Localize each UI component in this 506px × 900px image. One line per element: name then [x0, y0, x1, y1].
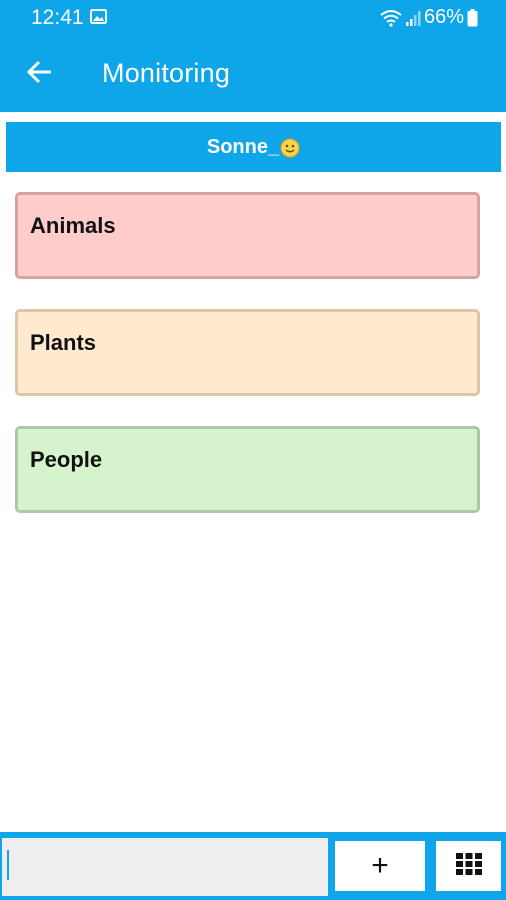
category-label: Animals [30, 213, 116, 238]
grid-icon [455, 852, 482, 880]
back-button[interactable] [24, 58, 56, 90]
smiley-icon [280, 138, 300, 158]
message-input[interactable] [2, 838, 328, 896]
status-time: 12:41 [31, 6, 84, 29]
wifi-icon [380, 9, 402, 27]
user-banner[interactable]: Sonne_ [6, 122, 501, 172]
user-name: Sonne_ [206, 135, 280, 158]
category-card-plants[interactable]: Plants [15, 309, 480, 396]
bottom-bar: + [0, 832, 506, 900]
gallery-icon [90, 9, 107, 24]
app-bar: Monitoring [0, 36, 506, 112]
plus-icon: + [371, 849, 389, 882]
status-bar: 12:41 66% [0, 0, 506, 36]
add-button[interactable]: + [335, 841, 425, 891]
page-title: Monitoring [102, 58, 231, 88]
battery-icon [467, 8, 478, 27]
grid-button[interactable] [436, 841, 501, 891]
text-caret [7, 850, 9, 880]
battery-text: 66% [423, 6, 464, 28]
arrow-left-icon [26, 60, 53, 89]
category-label: Plants [30, 330, 97, 355]
signal-icon [405, 9, 421, 27]
category-card-people[interactable]: People [15, 426, 480, 513]
category-label: People [30, 447, 103, 472]
category-card-animals[interactable]: Animals [15, 192, 480, 279]
